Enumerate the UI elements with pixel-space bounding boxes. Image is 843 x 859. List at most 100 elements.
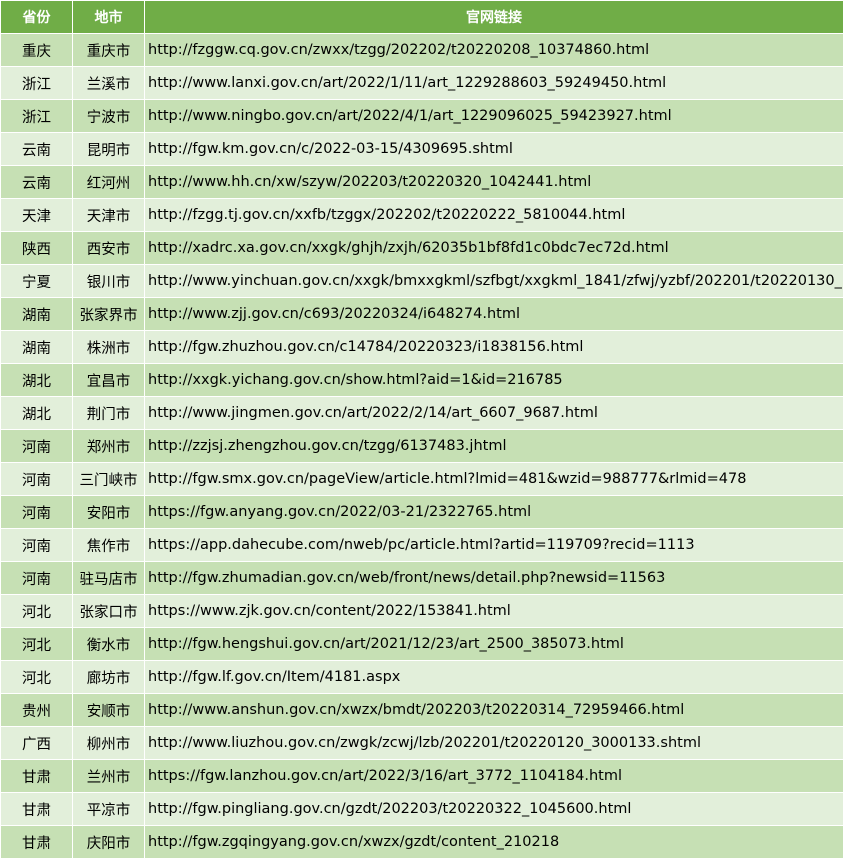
cell-official-link[interactable]: http://www.yinchuan.gov.cn/xxgk/bmxxgkml… (144, 264, 843, 298)
cell-city: 荆门市 (72, 396, 145, 430)
cell-official-link[interactable]: http://fgw.smx.gov.cn/pageView/article.h… (144, 462, 843, 496)
table-row: 河南 焦作市 https://app.dahecube.com/nweb/pc/ar… (0, 528, 843, 562)
cell-city: 昆明市 (72, 132, 145, 166)
cell-official-link[interactable]: http://www.anshun.gov.cn/xwzx/bmdt/20220… (144, 693, 843, 727)
cell-city: 株洲市 (72, 330, 145, 364)
cell-official-link[interactable]: http://fgw.zhumadian.gov.cn/web/front/ne… (144, 561, 843, 595)
cell-official-link[interactable]: http://www.liuzhou.gov.cn/zwgk/zcwj/lzb/… (144, 726, 843, 760)
cell-province: 河北 (0, 660, 73, 694)
cell-province: 河北 (0, 627, 73, 661)
header-province: 省份 (0, 0, 73, 34)
cell-city: 重庆市 (72, 33, 145, 67)
cell-province: 浙江 (0, 99, 73, 133)
cell-official-link[interactable]: http://zzjsj.zhengzhou.gov.cn/tzgg/61374… (144, 429, 843, 463)
cell-city: 兰溪市 (72, 66, 145, 100)
cell-city: 驻马店市 (72, 561, 145, 595)
cell-official-link[interactable]: http://www.zjj.gov.cn/c693/20220324/i648… (144, 297, 843, 331)
table-row: 天津 天津市 http://fzgg.tj.gov.cn/xxfb/tzggx/20… (0, 198, 843, 232)
cell-province: 湖北 (0, 363, 73, 397)
table-row: 浙江 兰溪市 http://www.lanxi.gov.cn/art/2022/1/… (0, 66, 843, 100)
table-row: 甘肃 平凉市 http://fgw.pingliang.gov.cn/gzdt/20… (0, 792, 843, 826)
table-row: 重庆 重庆市 http://fzggw.cq.gov.cn/zwxx/tzgg/20… (0, 33, 843, 67)
cell-official-link[interactable]: https://fgw.anyang.gov.cn/2022/03-21/232… (144, 495, 843, 529)
cell-official-link[interactable]: http://fzggw.cq.gov.cn/zwxx/tzgg/202202/… (144, 33, 843, 67)
table-body: 重庆 重庆市 http://fzggw.cq.gov.cn/zwxx/tzgg/20… (0, 33, 843, 859)
cell-city: 柳州市 (72, 726, 145, 760)
cell-official-link[interactable]: http://fgw.km.gov.cn/c/2022-03-15/430969… (144, 132, 843, 166)
cell-city: 衡水市 (72, 627, 145, 661)
cell-official-link[interactable]: http://fgw.zgqingyang.gov.cn/xwzx/gzdt/c… (144, 825, 843, 859)
cell-city: 廊坊市 (72, 660, 145, 694)
cell-province: 重庆 (0, 33, 73, 67)
header-city: 地市 (72, 0, 145, 34)
table-row: 广西 柳州市 http://www.liuzhou.gov.cn/zwgk/zcwj… (0, 726, 843, 760)
cell-official-link[interactable]: https://www.zjk.gov.cn/content/2022/1538… (144, 594, 843, 628)
cell-city: 焦作市 (72, 528, 145, 562)
table-row: 湖北 荆门市 http://www.jingmen.gov.cn/art/2022/… (0, 396, 843, 430)
cell-official-link[interactable]: http://xxgk.yichang.gov.cn/show.html?aid… (144, 363, 843, 397)
cell-official-link[interactable]: http://www.hh.cn/xw/szyw/202203/t2022032… (144, 165, 843, 199)
table-row: 湖南 株洲市 http://fgw.zhuzhou.gov.cn/c14784/20… (0, 330, 843, 364)
cell-province: 甘肃 (0, 792, 73, 826)
cell-official-link[interactable]: http://xadrc.xa.gov.cn/xxgk/ghjh/zxjh/62… (144, 231, 843, 265)
cell-city: 西安市 (72, 231, 145, 265)
cell-official-link[interactable]: http://fgw.pingliang.gov.cn/gzdt/202203/… (144, 792, 843, 826)
cell-province: 天津 (0, 198, 73, 232)
cell-city: 郑州市 (72, 429, 145, 463)
table-row: 浙江 宁波市 http://www.ningbo.gov.cn/art/2022/4… (0, 99, 843, 133)
cell-city: 庆阳市 (72, 825, 145, 859)
links-table: 省份 地市 官网链接 重庆 重庆市 http://fzggw.cq.gov.cn/z… (0, 0, 843, 859)
cell-province: 甘肃 (0, 825, 73, 859)
cell-province: 浙江 (0, 66, 73, 100)
cell-province: 河南 (0, 462, 73, 496)
cell-city: 红河州 (72, 165, 145, 199)
cell-province: 河北 (0, 594, 73, 628)
cell-province: 云南 (0, 165, 73, 199)
cell-province: 湖南 (0, 297, 73, 331)
table-row: 云南 昆明市 http://fgw.km.gov.cn/c/2022-03-15/4… (0, 132, 843, 166)
table-row: 贵州 安顺市 http://www.anshun.gov.cn/xwzx/bmdt/… (0, 693, 843, 727)
table-row: 宁夏 银川市 http://www.yinchuan.gov.cn/xxgk/bmx… (0, 264, 843, 298)
cell-city: 张家界市 (72, 297, 145, 331)
table-row: 甘肃 庆阳市 http://fgw.zgqingyang.gov.cn/xwzx/g… (0, 825, 843, 859)
table-row: 河南 郑州市 http://zzjsj.zhengzhou.gov.cn/tzgg/… (0, 429, 843, 463)
table-row: 甘肃 兰州市 https://fgw.lanzhou.gov.cn/art/2022… (0, 759, 843, 793)
cell-province: 湖南 (0, 330, 73, 364)
cell-city: 三门峡市 (72, 462, 145, 496)
cell-official-link[interactable]: http://fgw.hengshui.gov.cn/art/2021/12/2… (144, 627, 843, 661)
cell-province: 河南 (0, 495, 73, 529)
cell-province: 河南 (0, 528, 73, 562)
cell-official-link[interactable]: https://fgw.lanzhou.gov.cn/art/2022/3/16… (144, 759, 843, 793)
cell-city: 张家口市 (72, 594, 145, 628)
cell-official-link[interactable]: https://app.dahecube.com/nweb/pc/article… (144, 528, 843, 562)
table-row: 河南 驻马店市 http://fgw.zhumadian.gov.cn/web/fr… (0, 561, 843, 595)
cell-official-link[interactable]: http://fzgg.tj.gov.cn/xxfb/tzggx/202202/… (144, 198, 843, 232)
cell-city: 银川市 (72, 264, 145, 298)
cell-city: 安顺市 (72, 693, 145, 727)
cell-official-link[interactable]: http://fgw.lf.gov.cn/Item/4181.aspx (144, 660, 843, 694)
cell-city: 平凉市 (72, 792, 145, 826)
cell-province: 甘肃 (0, 759, 73, 793)
table-row: 湖南 张家界市 http://www.zjj.gov.cn/c693/2022032… (0, 297, 843, 331)
cell-city: 宁波市 (72, 99, 145, 133)
table-row: 河北 衡水市 http://fgw.hengshui.gov.cn/art/2021… (0, 627, 843, 661)
cell-city: 宜昌市 (72, 363, 145, 397)
table-row: 湖北 宜昌市 http://xxgk.yichang.gov.cn/show.htm… (0, 363, 843, 397)
cell-city: 兰州市 (72, 759, 145, 793)
cell-official-link[interactable]: http://www.ningbo.gov.cn/art/2022/4/1/ar… (144, 99, 843, 133)
cell-province: 贵州 (0, 693, 73, 727)
cell-official-link[interactable]: http://www.jingmen.gov.cn/art/2022/2/14/… (144, 396, 843, 430)
cell-city: 安阳市 (72, 495, 145, 529)
cell-province: 河南 (0, 429, 73, 463)
cell-city: 天津市 (72, 198, 145, 232)
header-row: 省份 地市 官网链接 (0, 0, 843, 34)
cell-province: 陕西 (0, 231, 73, 265)
cell-official-link[interactable]: http://www.lanxi.gov.cn/art/2022/1/11/ar… (144, 66, 843, 100)
table-row: 河南 三门峡市 http://fgw.smx.gov.cn/pageView/art… (0, 462, 843, 496)
table-row: 河南 安阳市 https://fgw.anyang.gov.cn/2022/03-2… (0, 495, 843, 529)
cell-official-link[interactable]: http://fgw.zhuzhou.gov.cn/c14784/2022032… (144, 330, 843, 364)
table-row: 河北 张家口市 https://www.zjk.gov.cn/content/202… (0, 594, 843, 628)
cell-province: 宁夏 (0, 264, 73, 298)
cell-province: 河南 (0, 561, 73, 595)
table-row: 河北 廊坊市 http://fgw.lf.gov.cn/Item/4181.aspx (0, 660, 843, 694)
